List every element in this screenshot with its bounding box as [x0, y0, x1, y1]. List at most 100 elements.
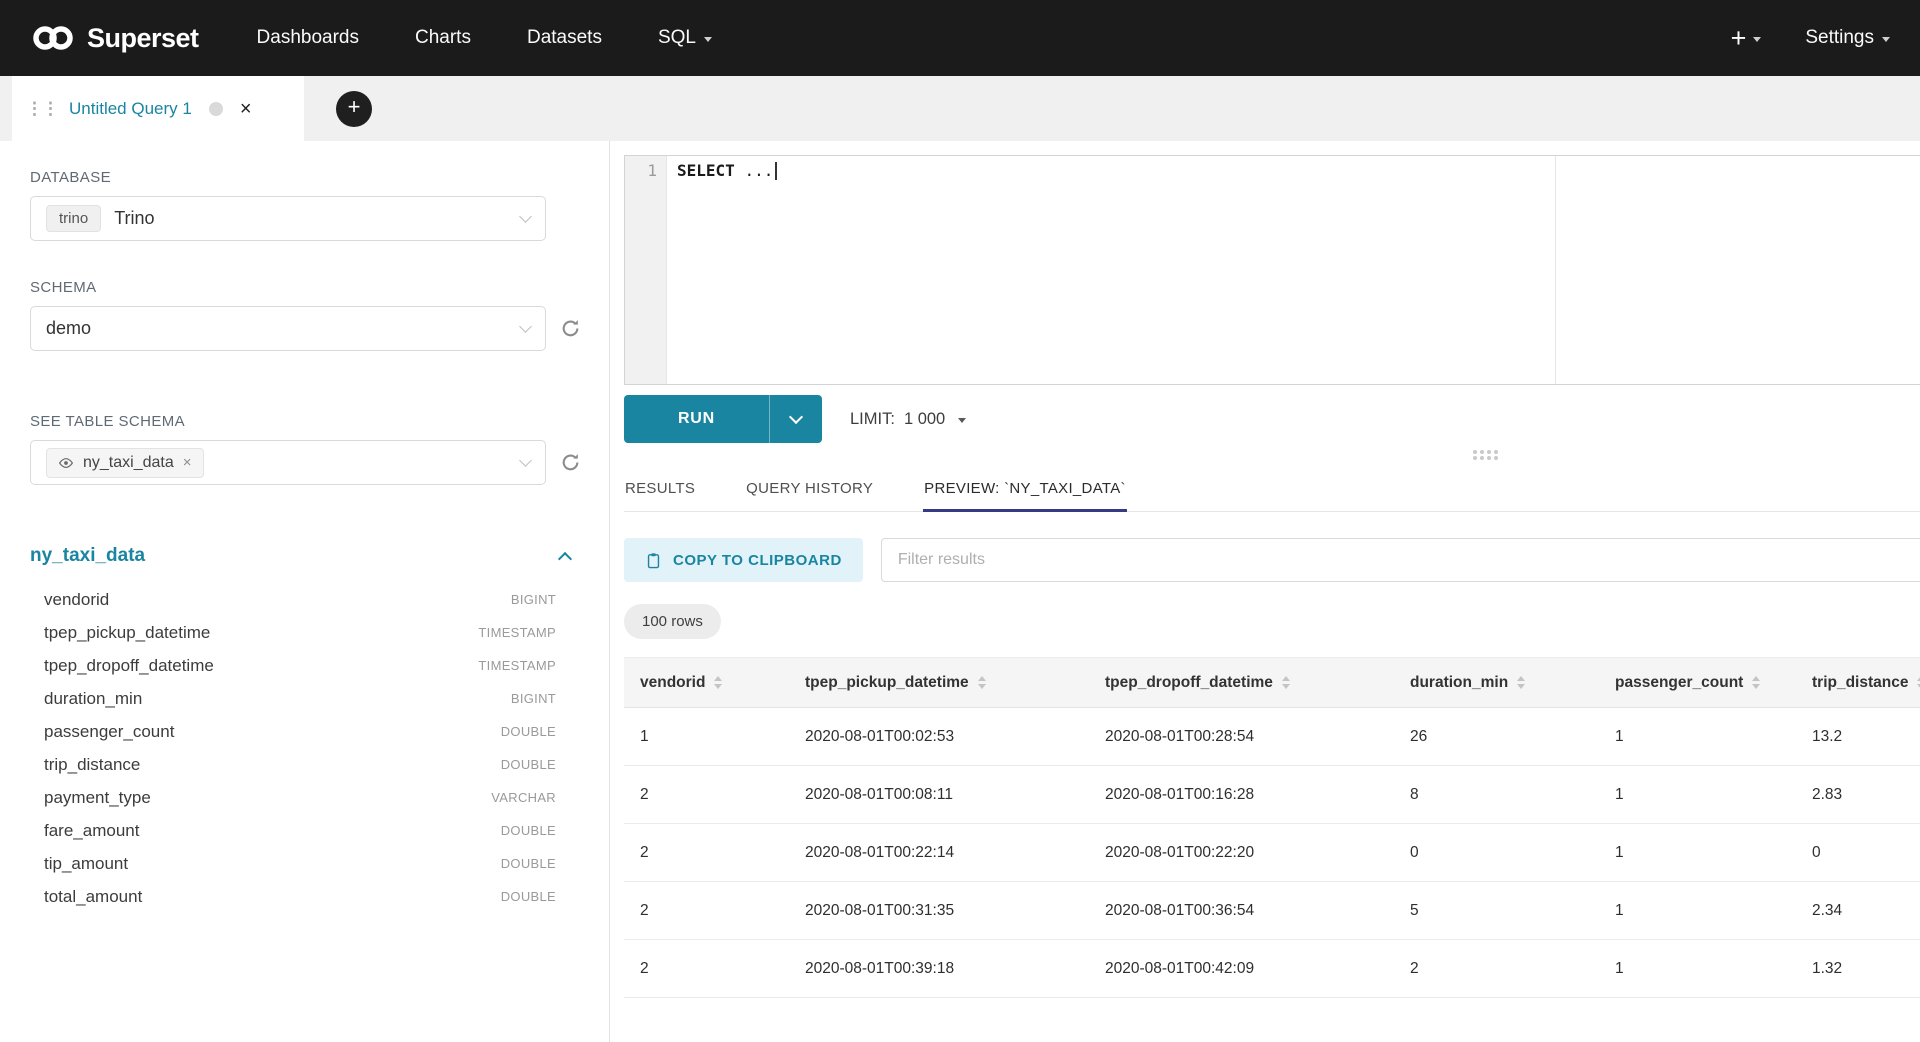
schema-column-row: payment_typeVARCHAR — [44, 781, 556, 814]
nav-charts[interactable]: Charts — [415, 27, 471, 49]
column-header-passenger_count[interactable]: passenger_count — [1599, 658, 1796, 708]
table-chip[interactable]: ny_taxi_data × — [46, 448, 204, 478]
column-type: DOUBLE — [501, 889, 556, 904]
table-select[interactable]: ny_taxi_data × — [30, 440, 546, 485]
editor-code-area[interactable]: SELECT ... — [667, 156, 1920, 384]
chevron-down-icon — [789, 410, 803, 424]
column-header-label: vendorid — [640, 674, 705, 691]
sort-icon[interactable] — [1517, 676, 1525, 689]
column-name: tpep_dropoff_datetime — [44, 656, 214, 676]
query-tab-label: Untitled Query 1 — [69, 99, 192, 119]
new-item-button[interactable]: + — [1731, 25, 1762, 52]
navbar: Superset Dashboards Charts Datasets SQL … — [0, 0, 1920, 76]
main-nav: Dashboards Charts Datasets SQL — [257, 27, 712, 49]
plus-icon: + — [1731, 25, 1747, 52]
tab-query-history[interactable]: QUERY HISTORY — [745, 467, 874, 511]
table-schema-field: SEE TABLE SCHEMA ny_taxi_data × — [30, 413, 583, 485]
south-pane-tabs: RESULTS QUERY HISTORY PREVIEW: `NY_TAXI_… — [624, 467, 1920, 512]
nav-datasets[interactable]: Datasets — [527, 27, 602, 49]
refresh-tables-button[interactable] — [560, 452, 581, 473]
table-cell: 2020-08-01T00:42:09 — [1089, 940, 1394, 998]
superset-brand[interactable]: Superset — [30, 23, 199, 54]
schema-column-row: vendoridBIGINT — [44, 583, 556, 616]
column-header-tpep_dropoff_datetime[interactable]: tpep_dropoff_datetime — [1089, 658, 1394, 708]
column-name: fare_amount — [44, 821, 139, 841]
table-cell: 2.83 — [1796, 766, 1920, 824]
column-header-trip_distance[interactable]: trip_distance — [1796, 658, 1920, 708]
add-tab-button[interactable]: + — [336, 91, 372, 127]
copy-to-clipboard-button[interactable]: COPY TO CLIPBOARD — [624, 538, 863, 582]
tab-preview-ny-taxi-data[interactable]: PREVIEW: `NY_TAXI_DATA` — [923, 467, 1127, 512]
sql-editor[interactable]: 1 SELECT ... — [624, 155, 1920, 385]
table-name-title[interactable]: ny_taxi_data — [30, 545, 145, 567]
run-button[interactable]: RUN — [624, 395, 769, 443]
superset-logo-icon — [30, 23, 76, 53]
collapse-icon[interactable] — [558, 552, 572, 566]
refresh-icon — [560, 452, 581, 473]
column-type: DOUBLE — [501, 856, 556, 871]
schema-select[interactable]: demo — [30, 306, 546, 351]
column-name: tip_amount — [44, 854, 128, 874]
column-type: TIMESTAMP — [478, 625, 556, 640]
nav-charts-label: Charts — [415, 27, 471, 49]
nav-dashboards[interactable]: Dashboards — [257, 27, 359, 49]
results-controls: COPY TO CLIPBOARD — [624, 538, 1920, 582]
table-row: 22020-08-01T00:08:112020-08-01T00:16:288… — [624, 766, 1920, 824]
schema-column-row: tpep_dropoff_datetimeTIMESTAMP — [44, 649, 556, 682]
column-name: vendorid — [44, 590, 109, 610]
tab-results[interactable]: RESULTS — [624, 467, 696, 511]
table-cell: 1 — [1599, 882, 1796, 940]
column-header-vendorid[interactable]: vendorid — [624, 658, 789, 708]
table-cell: 1 — [1599, 940, 1796, 998]
copy-to-clipboard-label: COPY TO CLIPBOARD — [673, 552, 842, 569]
column-name: tpep_pickup_datetime — [44, 623, 210, 643]
table-row: 22020-08-01T00:22:142020-08-01T00:22:200… — [624, 824, 1920, 882]
column-header-tpep_pickup_datetime[interactable]: tpep_pickup_datetime — [789, 658, 1089, 708]
table-header-row: vendorid tpep_pickup_datetimetpep_dropoff… — [624, 658, 1920, 708]
navbar-right: + Settings — [1731, 25, 1890, 52]
nav-sql[interactable]: SQL — [658, 27, 712, 49]
table-cell: 1 — [1599, 708, 1796, 766]
row-count-badge: 100 rows — [624, 604, 721, 639]
query-status-dot — [209, 102, 223, 116]
column-type: DOUBLE — [501, 757, 556, 772]
drag-handle-icon[interactable]: ⋮⋮ — [26, 99, 58, 119]
sort-icon[interactable] — [978, 676, 986, 689]
table-row: 22020-08-01T00:39:182020-08-01T00:42:092… — [624, 940, 1920, 998]
schema-column-row: tpep_pickup_datetime TIMESTAMP — [44, 616, 556, 649]
close-tab-icon[interactable]: × — [240, 99, 252, 119]
refresh-schemas-button[interactable] — [560, 318, 581, 339]
settings-menu[interactable]: Settings — [1805, 27, 1890, 49]
column-header-duration_min[interactable]: duration_min — [1394, 658, 1599, 708]
sort-icon[interactable] — [1752, 676, 1760, 689]
sort-icon[interactable] — [1282, 676, 1290, 689]
table-row: 12020-08-01T00:02:532020-08-01T00:28:542… — [624, 708, 1920, 766]
limit-value: 1 000 — [904, 410, 945, 429]
table-cell: 2020-08-01T00:02:53 — [789, 708, 1089, 766]
column-type: DOUBLE — [501, 724, 556, 739]
table-cell: 2020-08-01T00:36:54 — [1089, 882, 1394, 940]
chevron-down-icon — [519, 210, 532, 223]
pane-resize-handle[interactable] — [624, 443, 1920, 467]
run-dropdown-button[interactable] — [769, 395, 822, 443]
filter-results-input[interactable] — [881, 538, 1920, 582]
caret-down-icon — [958, 418, 966, 423]
refresh-icon — [560, 318, 581, 339]
eye-icon — [58, 455, 74, 471]
column-name: total_amount — [44, 887, 142, 907]
table-cell: 2020-08-01T00:39:18 — [789, 940, 1089, 998]
database-select[interactable]: trino Trino — [30, 196, 546, 241]
chevron-down-icon — [519, 454, 532, 467]
sort-icon[interactable] — [714, 676, 722, 689]
remove-table-icon[interactable]: × — [183, 455, 192, 470]
column-type: DOUBLE — [501, 823, 556, 838]
clipboard-icon — [645, 552, 662, 569]
column-header-label: passenger_count — [1615, 674, 1743, 691]
table-cell: 1 — [1599, 824, 1796, 882]
database-value: Trino — [114, 208, 154, 229]
query-tab-active[interactable]: ⋮⋮ Untitled Query 1 × — [12, 76, 304, 141]
table-schema-label: SEE TABLE SCHEMA — [30, 413, 583, 430]
table-cell: 5 — [1394, 882, 1599, 940]
limit-dropdown[interactable]: LIMIT: 1 000 — [850, 410, 966, 429]
table-cell: 2020-08-01T00:31:35 — [789, 882, 1089, 940]
